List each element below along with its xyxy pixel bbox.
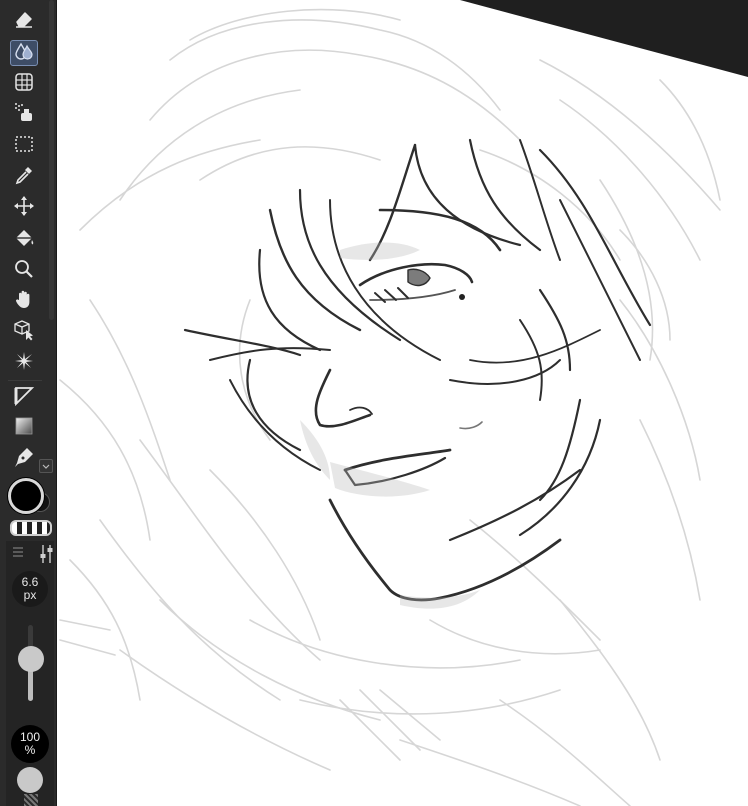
canvas-viewport[interactable] bbox=[57, 0, 748, 806]
canvas-paper bbox=[57, 0, 748, 806]
pen-tool-button[interactable] bbox=[10, 446, 38, 472]
eyedropper-tool-button[interactable] bbox=[10, 164, 38, 190]
tool-divider bbox=[8, 380, 42, 381]
magnifier-icon bbox=[13, 258, 35, 285]
marquee-icon bbox=[13, 133, 35, 160]
pen-nib-icon bbox=[13, 446, 35, 473]
brush-size-unit: px bbox=[23, 588, 37, 602]
auto-select-tool-button[interactable] bbox=[10, 350, 38, 376]
cube-cursor-icon bbox=[13, 319, 35, 346]
hamburger-menu-icon[interactable] bbox=[12, 545, 24, 563]
gradient-tool-button[interactable] bbox=[10, 415, 38, 441]
grid-shape-icon bbox=[13, 71, 35, 98]
app-window: 6.6 px 100 % bbox=[0, 0, 748, 806]
brush-opacity-badge[interactable]: 100 % bbox=[11, 725, 49, 763]
brush-size-slider-handle[interactable] bbox=[18, 646, 44, 673]
hand-tool-button[interactable] bbox=[10, 288, 38, 314]
ruler-triangle-icon bbox=[13, 385, 35, 412]
chevron-down-icon bbox=[42, 457, 50, 475]
ruler-tool-button[interactable] bbox=[10, 385, 38, 411]
gradient-icon bbox=[13, 415, 35, 442]
hand-icon bbox=[13, 288, 35, 315]
transparent-color-swatch[interactable] bbox=[10, 520, 52, 536]
magic-wand-icon bbox=[13, 350, 35, 377]
zoom-tool-button[interactable] bbox=[10, 258, 38, 284]
main-color-swatch[interactable] bbox=[8, 478, 44, 514]
tool-palette: 6.6 px 100 % bbox=[0, 0, 57, 806]
eyedropper-icon bbox=[13, 164, 35, 191]
tool-palette-scrollbar[interactable] bbox=[49, 0, 54, 320]
airbrush-icon bbox=[13, 101, 35, 128]
move-arrows-icon bbox=[13, 195, 35, 222]
panel-resize-grip[interactable] bbox=[24, 794, 38, 806]
brush-size-badge[interactable]: 6.6 px bbox=[12, 571, 48, 607]
brush-opacity-unit: % bbox=[24, 743, 36, 757]
fill-tool-button[interactable] bbox=[10, 227, 38, 253]
figure-tool-button[interactable] bbox=[10, 71, 38, 97]
brush-opacity-slider-handle[interactable] bbox=[17, 767, 43, 793]
drawing-canvas[interactable] bbox=[57, 0, 748, 806]
blend-tool-button[interactable] bbox=[10, 40, 38, 66]
slider-settings-icon[interactable] bbox=[40, 544, 54, 569]
eraser-tool-button[interactable] bbox=[10, 8, 38, 34]
move-tool-button[interactable] bbox=[10, 195, 38, 221]
object-tool-button[interactable] bbox=[10, 319, 38, 345]
eraser-icon bbox=[13, 8, 35, 35]
paint-bucket-icon bbox=[13, 227, 35, 254]
airbrush-tool-button[interactable] bbox=[10, 101, 38, 127]
selection-tool-button[interactable] bbox=[10, 133, 38, 159]
blend-drops-icon bbox=[13, 40, 35, 67]
expand-tools-button[interactable] bbox=[39, 459, 53, 473]
